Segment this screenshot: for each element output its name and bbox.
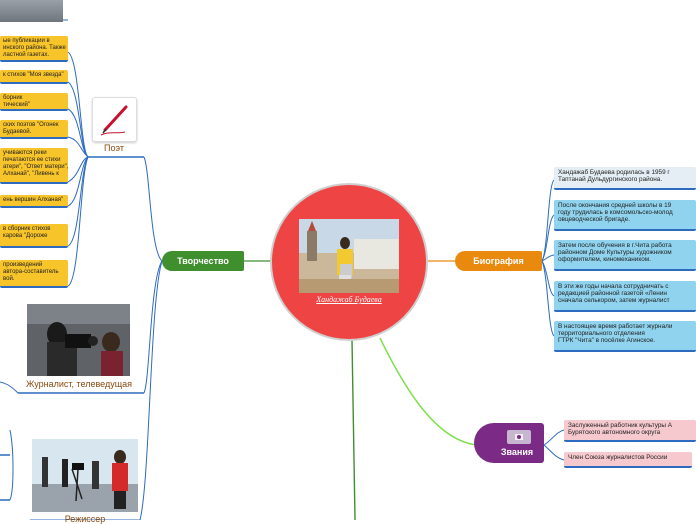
poet-leaf-2[interactable]: к стихов "Моя звезда": [0, 70, 68, 84]
poet-leaf-3[interactable]: борник тический": [0, 93, 68, 111]
titles-leaf-2[interactable]: Член Союза журналистов России: [564, 452, 692, 468]
poet-leaf-5[interactable]: учиваются реки печатаются ее стихи атери…: [0, 148, 68, 184]
central-node[interactable]: Хандажаб Будаева: [270, 183, 428, 341]
titles-label[interactable]: Звания: [494, 447, 540, 457]
poet-leaf-8[interactable]: произведений автора-составитель вой.: [0, 260, 68, 288]
camera-icon: [515, 434, 523, 440]
biography-leaf-5[interactable]: В настоящее время работает журнали терри…: [554, 321, 696, 352]
poet-label[interactable]: Поэт: [88, 143, 140, 153]
branch-biography[interactable]: Биография: [455, 251, 542, 271]
central-photo: [299, 219, 399, 293]
poet-leaf-7[interactable]: в сборник стихов карова "Дороже: [0, 224, 68, 248]
branch-titles[interactable]: Звания: [474, 423, 544, 463]
titles-image: [507, 430, 531, 444]
biography-leaf-2[interactable]: После окончания средней школы в 19 году …: [554, 200, 696, 231]
biography-leaf-3[interactable]: Затем после обучения в г.Чита работа рай…: [554, 240, 696, 271]
director-label[interactable]: Режиссер: [40, 514, 130, 524]
top-photo: [0, 0, 63, 22]
poet-leaf-1[interactable]: ые публикации в инского района. Также ла…: [0, 36, 68, 62]
journalist-label[interactable]: Журналист, телеведущая: [16, 379, 142, 389]
poet-image: [92, 97, 137, 142]
director-photo: [32, 439, 138, 512]
biography-leaf-4[interactable]: В эти же годы начала сотрудничать с реда…: [554, 281, 696, 312]
branch-creativity[interactable]: Творчество: [162, 251, 244, 271]
journalist-photo: [27, 304, 130, 376]
poet-leaf-6[interactable]: ень вершин Алханая": [0, 195, 68, 208]
biography-leaf-1[interactable]: Хандажаб Будаева родилась в 1959 г Тапта…: [554, 167, 696, 190]
titles-leaf-1[interactable]: Заслуженный работник культуры А Бурятско…: [564, 420, 696, 442]
central-title[interactable]: Хандажаб Будаева: [272, 295, 426, 304]
poet-leaf-4[interactable]: ских поэтов "Огонек Будаевой.: [0, 120, 68, 139]
pen-icon: [100, 105, 128, 136]
